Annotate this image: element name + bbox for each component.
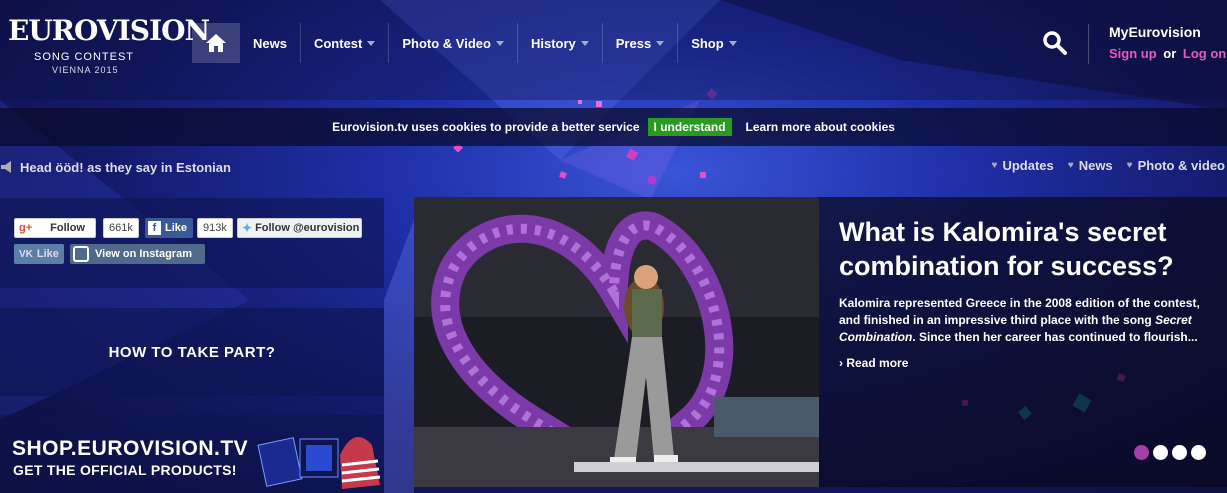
quick-link-news[interactable]: ♥ News xyxy=(1068,158,1113,173)
account-links: Sign up or Log on xyxy=(1109,46,1226,61)
facebook-count: 913k xyxy=(197,218,233,238)
facebook-icon: f xyxy=(148,221,161,235)
how-to-take-part-banner[interactable]: HOW TO TAKE PART? xyxy=(0,308,384,396)
cookie-bar: Eurovision.tv uses cookies to provide a … xyxy=(0,108,1227,146)
quick-link-label: Updates xyxy=(1002,158,1054,173)
google-plus-icon: g+ xyxy=(19,222,33,234)
quick-link-photo-video[interactable]: ♥ Photo & video xyxy=(1127,158,1225,173)
twitter-label: Follow @eurovision xyxy=(255,222,360,234)
feature-story-panel: What is Kalomira's secret combination fo… xyxy=(819,197,1227,487)
heart-icon: ♥ xyxy=(1126,160,1133,171)
heart-icon: ♥ xyxy=(1067,160,1074,171)
google-plus-label: Follow xyxy=(50,222,85,234)
shop-banner[interactable]: SHOP.EUROVISION.TV GET THE OFFICIAL PROD… xyxy=(0,415,384,493)
cookie-message: Eurovision.tv uses cookies to provide a … xyxy=(332,120,640,134)
megaphone-icon xyxy=(1,161,11,173)
facebook-label: Like xyxy=(165,222,188,234)
ticker-text: Head ööd! as they say in Estonian xyxy=(20,159,231,175)
account-or: or xyxy=(1163,46,1177,61)
logo-title: EUROVISION xyxy=(8,14,210,47)
chevron-down-icon xyxy=(656,40,665,46)
social-panel: g+ Follow 661k f Like 913k ✦ Follow @eur… xyxy=(0,198,384,288)
instagram-label: View on Instagram xyxy=(95,248,192,260)
eurovision-logo[interactable]: EUROVISION SONG CONTEST VIENNA 2015 xyxy=(8,14,210,84)
instagram-icon xyxy=(73,246,89,262)
header-divider xyxy=(1088,24,1089,64)
carousel-dot[interactable] xyxy=(1134,445,1149,460)
cookie-learn-more-link[interactable]: Learn more about cookies xyxy=(746,120,895,134)
twitter-follow-button[interactable]: ✦ Follow @eurovision xyxy=(237,218,362,238)
instagram-button[interactable]: View on Instagram xyxy=(70,244,205,264)
login-link[interactable]: Log on xyxy=(1183,46,1226,61)
carousel-dot[interactable] xyxy=(1172,445,1187,460)
signup-link[interactable]: Sign up xyxy=(1109,46,1157,61)
nav-label: News xyxy=(253,35,287,51)
google-plus-count: 661k xyxy=(103,218,139,238)
feature-description: Kalomira represented Greece in the 2008 … xyxy=(839,295,1214,346)
feature-desc-part2: . Since then her career has continued to… xyxy=(912,330,1198,344)
home-icon xyxy=(206,34,226,52)
my-eurovision-title: MyEurovision xyxy=(1109,24,1201,40)
nav-label: History xyxy=(530,35,576,51)
main-nav: News Contest Photo & Video History Press… xyxy=(240,23,750,63)
twitter-icon: ✦ xyxy=(242,221,253,235)
home-button[interactable] xyxy=(192,23,240,63)
quick-link-label: News xyxy=(1078,158,1113,173)
quick-link-label: Photo & video xyxy=(1137,158,1225,173)
nav-shop[interactable]: Shop xyxy=(678,23,750,63)
vk-like-button[interactable]: VK Like xyxy=(14,244,64,264)
nav-contest[interactable]: Contest xyxy=(301,23,390,63)
nav-label: Press xyxy=(615,35,652,51)
quick-links: ♥ Updates ♥ News ♥ Photo & video xyxy=(978,158,1225,173)
shop-subtitle: GET THE OFFICIAL PRODUCTS! xyxy=(13,462,237,478)
news-ticker[interactable]: Head ööd! as they say in Estonian xyxy=(0,156,231,178)
feature-title[interactable]: What is Kalomira's secret combination fo… xyxy=(839,215,1219,283)
logo-subtitle: SONG CONTEST xyxy=(34,51,135,63)
chevron-right-icon: › xyxy=(839,356,843,370)
feature-desc-part1: Kalomira represented Greece in the 2008 … xyxy=(839,296,1200,327)
nav-press[interactable]: Press xyxy=(603,23,679,63)
chevron-down-icon xyxy=(580,40,589,46)
facebook-like-button[interactable]: f Like xyxy=(145,218,193,238)
read-more-link[interactable]: › Read more xyxy=(839,356,908,370)
search-icon[interactable] xyxy=(1042,30,1068,56)
google-plus-follow-button[interactable]: g+ Follow xyxy=(14,218,96,238)
nav-label: Shop xyxy=(691,35,724,51)
performer-photo xyxy=(414,197,819,487)
heart-icon: ♥ xyxy=(991,160,998,171)
nav-history[interactable]: History xyxy=(518,23,603,63)
shop-title: SHOP.EUROVISION.TV xyxy=(12,437,249,460)
logo-location: VIENNA 2015 xyxy=(52,65,119,75)
take-part-label: HOW TO TAKE PART? xyxy=(108,343,276,361)
chevron-down-icon xyxy=(495,40,504,46)
chevron-down-icon xyxy=(728,40,737,46)
quick-link-updates[interactable]: ♥ Updates xyxy=(992,158,1054,173)
carousel-dot[interactable] xyxy=(1191,445,1206,460)
carousel-dots xyxy=(1134,445,1210,460)
vk-icon: VK xyxy=(19,248,33,260)
carousel-dot[interactable] xyxy=(1153,445,1168,460)
read-more-label: Read more xyxy=(846,356,909,370)
shop-products-image xyxy=(257,437,381,489)
nav-news[interactable]: News xyxy=(240,23,301,63)
feature-image[interactable] xyxy=(414,197,819,487)
nav-label: Contest xyxy=(313,35,363,51)
nav-label: Photo & Video xyxy=(402,35,491,51)
nav-photo-video[interactable]: Photo & Video xyxy=(389,23,518,63)
chevron-down-icon xyxy=(367,40,376,46)
cookie-accept-button[interactable]: I understand xyxy=(647,118,732,136)
vk-label: Like xyxy=(36,248,59,260)
